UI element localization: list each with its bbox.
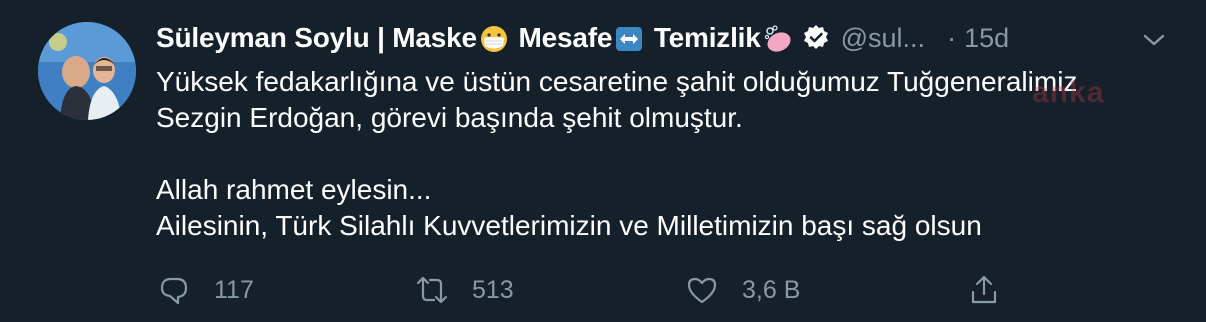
chevron-down-icon[interactable] <box>1140 30 1168 50</box>
tweet-text-line: Ailesinin, Türk Silahlı Kuvvetlerimizin … <box>156 210 982 241</box>
retweet-icon <box>416 276 448 304</box>
separator-dot: · <box>947 22 957 53</box>
share-icon <box>971 275 997 304</box>
reply-icon <box>160 277 188 305</box>
verified-badge-icon <box>801 23 831 53</box>
share-button[interactable] <box>968 270 1000 310</box>
heart-icon <box>687 277 717 304</box>
tweet-text-line: Allah rahmet eylesin... <box>156 174 432 205</box>
tweet[interactable]: Süleyman Soylu | Maske Mesafe Temizlik @… <box>0 0 1206 322</box>
author-name[interactable]: Süleyman Soylu | Maske Mesafe Temizlik <box>156 22 795 55</box>
like-button[interactable]: 3,6 B <box>686 270 800 310</box>
reply-count: 117 <box>214 275 254 304</box>
author-name-part3: Temizlik <box>646 21 761 53</box>
author-name-part2: Mesafe <box>510 21 613 53</box>
face-with-medical-mask-icon <box>479 24 509 54</box>
left-right-arrow-icon <box>614 24 644 54</box>
retweet-button[interactable]: 513 <box>416 270 514 310</box>
retweet-count: 513 <box>472 275 514 304</box>
tweet-header: Süleyman Soylu | Maske Mesafe Temizlik @… <box>156 16 1186 60</box>
tweet-content: Süleyman Soylu | Maske Mesafe Temizlik @… <box>156 16 1186 244</box>
tweet-actions: 117 513 3,6 B <box>156 270 1156 310</box>
soap-icon <box>763 24 793 54</box>
watermark: anka <box>1032 76 1105 109</box>
reply-button[interactable]: 117 <box>158 270 254 310</box>
avatar[interactable] <box>38 22 136 120</box>
like-count: 3,6 B <box>742 275 801 304</box>
author-handle[interactable]: @sul... <box>841 23 925 54</box>
tweet-timestamp[interactable]: 15d <box>964 23 1009 54</box>
author-name-part1: Süleyman Soylu | Maske <box>156 21 477 53</box>
